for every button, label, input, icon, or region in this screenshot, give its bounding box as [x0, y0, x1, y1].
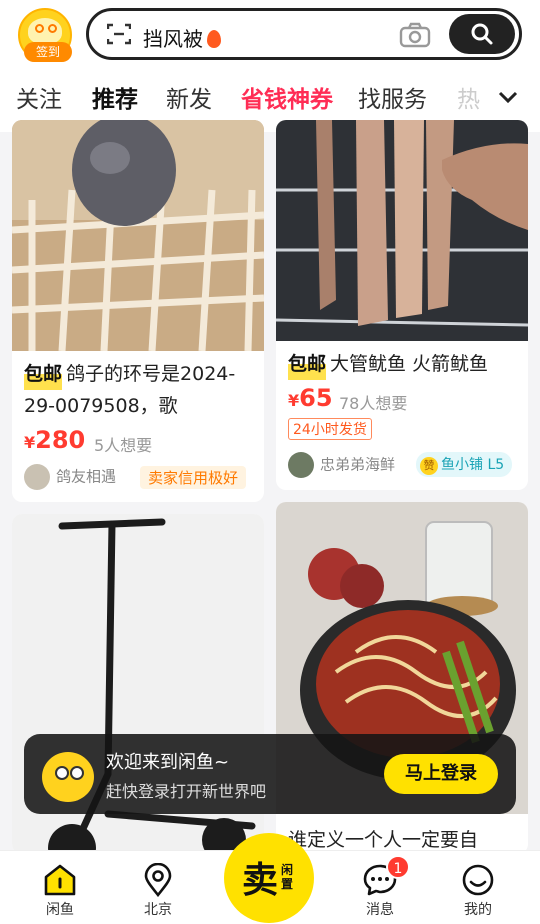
tab-coupons[interactable]: 省钱神券	[241, 80, 333, 114]
category-tabs: 关注 推荐 新发 省钱神券 找服务 热	[0, 80, 540, 130]
search-icon	[471, 23, 493, 45]
smiley-icon	[462, 864, 494, 896]
mascot-eye-left	[35, 24, 44, 33]
product-image	[276, 120, 528, 341]
credit-badge: 卖家信用极好	[140, 466, 247, 489]
tab-hot[interactable]: 热	[457, 80, 480, 114]
product-price: ¥65	[288, 384, 333, 412]
checkin-button[interactable]: 签到	[18, 8, 72, 62]
home-icon	[44, 864, 76, 896]
nav-home-label: 闲鱼	[46, 902, 74, 918]
tab-services[interactable]: 找服务	[358, 80, 427, 114]
product-title: 包邮 鸽子的环号是2024-29-0079508，歌	[24, 358, 254, 422]
avatar	[288, 452, 314, 478]
seller-info[interactable]: 鸽友相遇	[24, 464, 116, 490]
nav-me[interactable]: 我的	[448, 863, 508, 919]
nav-home[interactable]: 闲鱼	[30, 863, 90, 919]
currency-symbol: ¥	[288, 391, 300, 410]
want-count: 5人想要	[94, 436, 153, 455]
location-icon	[144, 863, 172, 897]
toast-subtitle: 赶快登录打开新世界吧	[106, 782, 267, 801]
nav-me-label: 我的	[464, 902, 492, 918]
nav-city[interactable]: 北京	[128, 863, 188, 919]
sell-sublabel: 闲置	[280, 863, 293, 891]
shop-level-badge: 赞鱼小铺 L5	[416, 452, 513, 477]
tab-new[interactable]: 新发	[166, 80, 212, 114]
header: 签到 挡风被 关注 推荐 新发 省钱神券 找服务 热	[0, 0, 540, 132]
seller-info[interactable]: 忠弟弟海鲜	[288, 452, 395, 478]
nav-city-label: 北京	[144, 902, 172, 918]
tab-recommend[interactable]: 推荐	[92, 80, 138, 114]
search-bar[interactable]: 挡风被	[86, 8, 522, 60]
mascot-icon	[28, 18, 62, 44]
free-shipping-tag: 包邮	[288, 348, 327, 380]
sell-label: 卖	[242, 860, 279, 901]
toast-title: 欢迎来到闲鱼~	[106, 752, 230, 773]
nav-messages[interactable]: 1 消息	[350, 855, 410, 919]
seller-name: 鸽友相遇	[56, 467, 117, 486]
scan-icon[interactable]	[107, 23, 131, 45]
seller-name: 忠弟弟海鲜	[320, 455, 396, 474]
login-button[interactable]: 马上登录	[384, 754, 498, 794]
login-prompt: 欢迎来到闲鱼~ 赶快登录打开新世界吧 马上登录	[24, 734, 516, 814]
fire-icon	[207, 30, 221, 48]
search-input[interactable]: 挡风被	[143, 23, 221, 52]
price-value: 65	[299, 384, 333, 412]
tab-follow[interactable]: 关注	[16, 80, 62, 114]
price-value: 280	[35, 426, 86, 454]
search-query: 挡风被	[143, 27, 203, 51]
shipping-badge: 24小时发货	[288, 418, 372, 440]
free-shipping-tag: 包邮	[24, 358, 63, 390]
checkin-label: 签到	[24, 42, 72, 62]
bottom-nav: 闲鱼 北京 卖 闲置 1 消息 我的	[0, 833, 540, 924]
product-image	[12, 120, 264, 351]
search-button[interactable]	[449, 14, 515, 54]
mascot-icon	[42, 752, 94, 802]
product-card[interactable]: 包邮 鸽子的环号是2024-29-0079508，歌 ¥280 5人想要 鸽友相遇…	[12, 120, 264, 502]
product-card[interactable]: 包邮 大管鱿鱼 火箭鱿鱼 ¥65 78人想要 24小时发货 忠弟弟海鲜 赞鱼小铺 …	[276, 120, 528, 490]
avatar	[24, 464, 50, 490]
product-price: ¥280	[24, 426, 85, 454]
product-title: 包邮 大管鱿鱼 火箭鱿鱼	[288, 348, 518, 380]
product-title-text: 大管鱿鱼 火箭鱿鱼	[330, 353, 489, 375]
want-count: 78人想要	[339, 394, 408, 413]
sell-button[interactable]: 卖 闲置	[224, 833, 314, 923]
praise-icon: 赞	[420, 457, 438, 475]
unread-badge: 1	[386, 855, 410, 879]
mascot-eye-right	[48, 24, 57, 33]
currency-symbol: ¥	[24, 433, 36, 452]
chevron-down-icon[interactable]	[498, 90, 518, 104]
camera-icon[interactable]	[399, 22, 431, 48]
nav-messages-label: 消息	[366, 902, 394, 918]
shop-level-label: 鱼小铺 L5	[441, 457, 505, 473]
